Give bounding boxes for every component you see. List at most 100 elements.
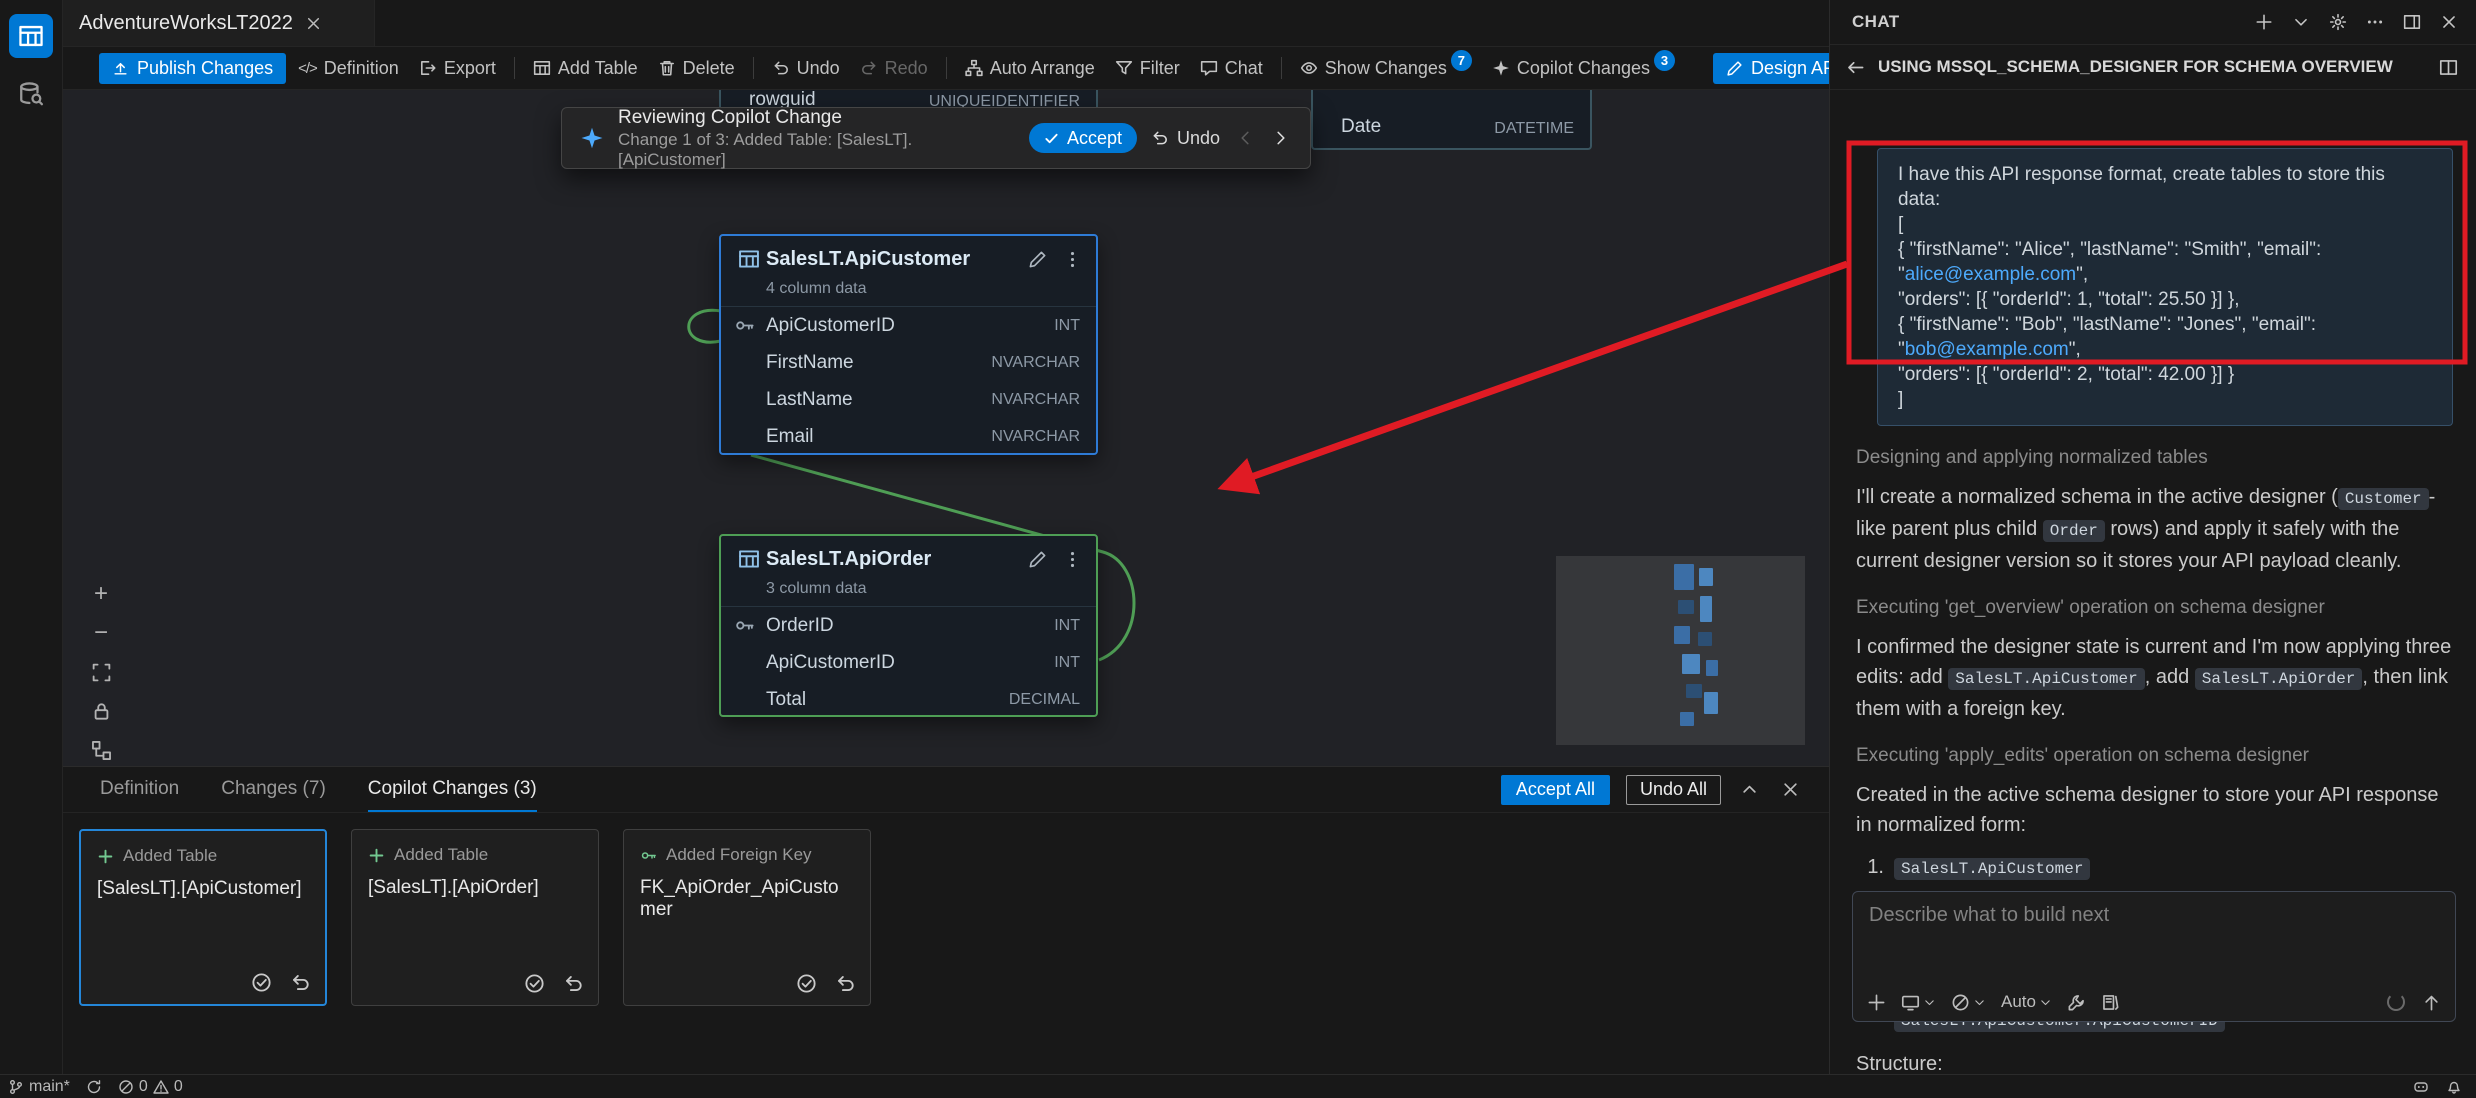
copilot-changes-badge: 3 <box>1654 50 1675 71</box>
chat-open-editor-icon[interactable] <box>2403 13 2421 31</box>
export-button[interactable]: Export <box>411 53 504 84</box>
review-subtitle: Change 1 of 3: Added Table: [SalesLT].[A… <box>618 130 1015 170</box>
panel-close-icon[interactable] <box>1778 777 1803 802</box>
table-node-apiorder[interactable]: SalesLT.ApiOrder 3 column data OrderID I… <box>719 534 1098 717</box>
zoom-in-button[interactable]: + <box>89 582 113 606</box>
panel-collapse-icon[interactable] <box>1737 777 1762 802</box>
tab-adventureworks[interactable]: AdventureWorksLT2022 <box>63 0 375 46</box>
screen-context-dropdown[interactable] <box>1901 993 1936 1012</box>
send-message-icon[interactable] <box>2422 993 2441 1012</box>
chat-prompt-input[interactable] <box>1869 904 2439 927</box>
column-row[interactable]: Email NVARCHAR <box>721 418 1096 455</box>
table-icon <box>738 548 760 570</box>
chat-header: CHAT <box>1830 0 2476 44</box>
publish-label: Publish Changes <box>137 58 273 79</box>
filter-icon <box>1115 59 1133 77</box>
definition-button[interactable]: </> Definition <box>290 53 407 84</box>
chat-settings-gear-icon[interactable] <box>2329 13 2347 31</box>
model-picker-dropdown[interactable]: Auto <box>2001 992 2052 1012</box>
copilot-changes-button[interactable]: Copilot Changes 3 <box>1484 53 1683 84</box>
zoom-out-button[interactable]: − <box>89 621 113 645</box>
accept-change-button[interactable]: Accept <box>1029 123 1137 153</box>
delete-button[interactable]: Delete <box>650 53 743 84</box>
undo-change-icon[interactable] <box>835 973 856 994</box>
email-link[interactable]: bob@example.com <box>1905 339 2069 360</box>
edit-table-icon[interactable] <box>1028 550 1047 569</box>
undo-button[interactable]: Undo <box>764 53 848 84</box>
accept-change-icon[interactable] <box>524 973 545 994</box>
column-row[interactable]: Total DECIMAL <box>721 681 1096 718</box>
chat-history-chevron-icon[interactable] <box>2292 13 2310 31</box>
sync-indicator[interactable] <box>86 1079 102 1095</box>
tab-close-icon[interactable] <box>305 15 322 32</box>
change-card-foreign-key[interactable]: Added Foreign Key FK_ApiOrder_ApiCustome… <box>623 829 871 1006</box>
add-table-button[interactable]: Add Table <box>525 53 646 84</box>
chat-input-box[interactable]: Auto <box>1852 891 2456 1022</box>
redo-button[interactable]: Redo <box>852 53 936 84</box>
next-change-icon[interactable] <box>1270 127 1292 149</box>
fit-view-button[interactable] <box>89 660 113 684</box>
tools-icon[interactable] <box>2067 993 2086 1012</box>
attach-context-icon[interactable] <box>1867 993 1886 1012</box>
problems-indicator[interactable]: 0 0 <box>118 1078 183 1096</box>
change-card-apicustomer[interactable]: Added Table [SalesLT].[ApiCustomer] <box>79 829 327 1006</box>
chat-more-actions-icon[interactable] <box>2366 13 2384 31</box>
tab-copilot-changes[interactable]: Copilot Changes (3) <box>368 767 537 812</box>
column-row[interactable]: ApiCustomerID INT <box>721 644 1096 681</box>
eye-icon <box>1300 59 1318 77</box>
filter-button[interactable]: Filter <box>1107 53 1188 84</box>
toolbar-separator <box>946 57 947 79</box>
auto-arrange-button[interactable]: Auto Arrange <box>957 53 1103 84</box>
table-columns: ApiCustomerID INT FirstName NVARCHAR Las… <box>721 306 1096 455</box>
back-arrow-icon[interactable] <box>1846 58 1865 77</box>
chat-close-icon[interactable] <box>2440 13 2458 31</box>
activity-object-explorer[interactable] <box>9 72 53 116</box>
instructions-icon[interactable] <box>2101 993 2120 1012</box>
table-title: SalesLT.ApiCustomer <box>764 248 1024 271</box>
change-card-apiorder[interactable]: Added Table [SalesLT].[ApiOrder] <box>351 829 599 1006</box>
assistant-paragraph: I'll create a normalized schema in the a… <box>1856 482 2452 576</box>
edit-table-icon[interactable] <box>1028 250 1047 269</box>
column-name: Date <box>1341 116 1494 138</box>
undo-change-icon[interactable] <box>563 973 584 994</box>
schema-canvas[interactable]: rowguid UNIQUEIDENTIFIER Date DATETIME R… <box>63 90 1829 766</box>
added-icon <box>368 847 385 864</box>
email-link[interactable]: alice@example.com <box>1905 264 2076 285</box>
chat-session-title: USING MSSQL_SCHEMA_DESIGNER FOR SCHEMA O… <box>1878 57 2426 77</box>
undo-change-icon[interactable] <box>290 972 311 993</box>
show-changes-button[interactable]: Show Changes 7 <box>1292 53 1480 84</box>
new-chat-icon[interactable] <box>2255 13 2273 31</box>
undo-all-button[interactable]: Undo All <box>1626 775 1721 805</box>
copilot-status-icon[interactable] <box>2413 1079 2429 1095</box>
activity-schema-designer[interactable] <box>9 14 53 58</box>
git-branch-indicator[interactable]: main* <box>8 1078 70 1096</box>
minimap-node <box>1682 654 1700 674</box>
accept-change-icon[interactable] <box>251 972 272 993</box>
canvas-minimap[interactable] <box>1556 556 1805 745</box>
table-node-apicustomer[interactable]: SalesLT.ApiCustomer 4 column data ApiCus… <box>719 234 1098 455</box>
tab-definition[interactable]: Definition <box>100 767 179 812</box>
column-row[interactable]: FirstName NVARCHAR <box>721 344 1096 381</box>
tab-title: AdventureWorksLT2022 <box>79 12 293 35</box>
auto-layout-button[interactable] <box>89 738 113 762</box>
branch-icon <box>8 1079 24 1095</box>
column-row[interactable]: LastName NVARCHAR <box>721 381 1096 418</box>
chat-breadcrumb: USING MSSQL_SCHEMA_DESIGNER FOR SCHEMA O… <box>1830 44 2476 90</box>
table-menu-icon[interactable] <box>1063 550 1082 569</box>
lock-canvas-button[interactable] <box>89 699 113 723</box>
error-icon <box>118 1079 134 1095</box>
accept-all-button[interactable]: Accept All <box>1501 775 1610 805</box>
accept-change-icon[interactable] <box>796 973 817 994</box>
publish-changes-button[interactable]: Publish Changes <box>99 53 286 84</box>
mode-dropdown[interactable] <box>1951 993 1986 1012</box>
column-row[interactable]: OrderID INT <box>721 607 1096 644</box>
table-menu-icon[interactable] <box>1063 250 1082 269</box>
open-in-editor-icon[interactable] <box>2439 58 2458 77</box>
previous-change-icon[interactable] <box>1234 127 1256 149</box>
chat-button[interactable]: Chat <box>1192 53 1271 84</box>
undo-change-button[interactable]: Undo <box>1151 128 1220 149</box>
column-row[interactable]: ApiCustomerID INT <box>721 307 1096 344</box>
table-fragment-date[interactable]: Date DATETIME <box>1311 90 1592 150</box>
tab-changes[interactable]: Changes (7) <box>221 767 326 812</box>
notifications-bell-icon[interactable] <box>2446 1079 2462 1095</box>
